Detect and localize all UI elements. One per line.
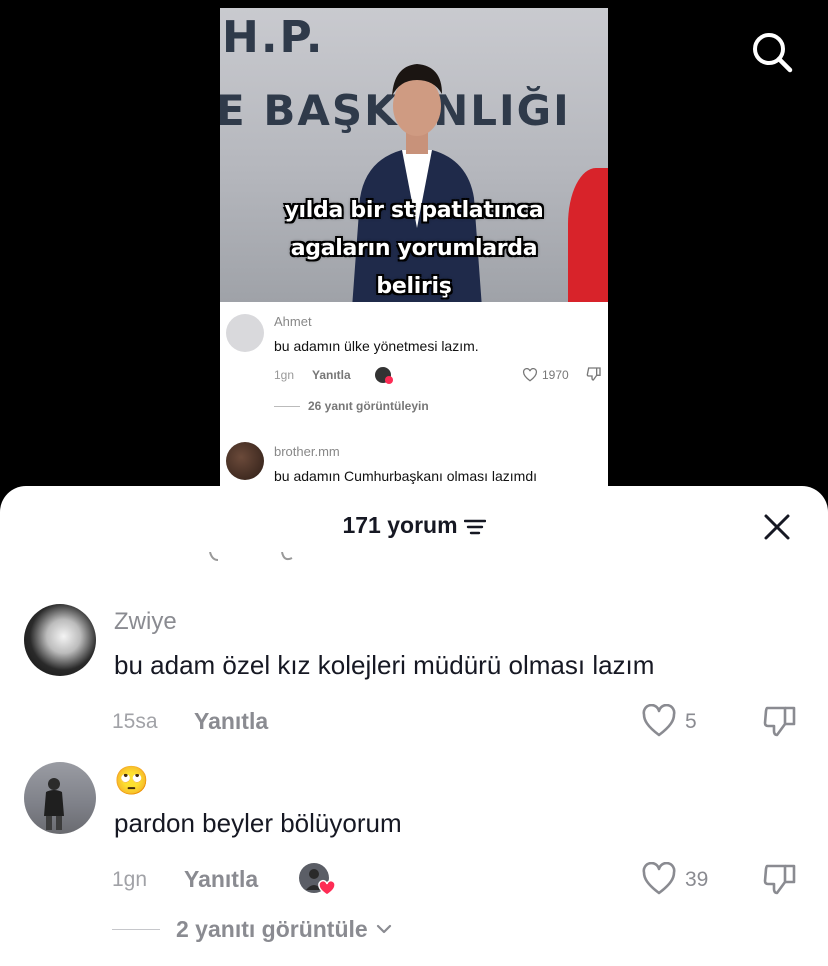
embedded-avatar-2	[226, 442, 264, 480]
heart-outline-icon[interactable]	[641, 704, 677, 738]
avatar-figure	[44, 778, 64, 830]
view-replies-button[interactable]: 2 yanıtı görüntüle	[176, 916, 392, 943]
embedded-time-1: 1gn	[274, 368, 295, 382]
scrolled-out-content	[209, 552, 293, 561]
comment-count-title: 171 yorum	[342, 512, 458, 538]
video-player[interactable]: H.P. E BAŞKANLIĞI yılda bir st patlatınc…	[0, 0, 828, 500]
embedded-username-2: brother.mm	[274, 444, 340, 459]
view-replies-label: 2 yanıtı görüntüle	[176, 916, 368, 942]
like-count: 39	[685, 868, 709, 891]
like-count: 5	[685, 710, 697, 733]
embedded-heart-icon	[522, 368, 538, 382]
comment-timestamp: 1gn	[112, 868, 148, 891]
embedded-reply-1: Yanıtla	[312, 368, 351, 382]
embedded-comment-text-1: bu adamın ülke yönetmesi lazım.	[274, 338, 479, 354]
thumbs-down-icon[interactable]	[762, 702, 798, 738]
creator-liked-badge-icon	[299, 863, 336, 896]
avatar[interactable]	[24, 604, 96, 676]
wall-sign-text-line1: H.P.	[222, 12, 325, 63]
embedded-comment-text-2: bu adamın Cumhurbaşkanı olması lazımdı	[274, 468, 538, 484]
reply-button[interactable]: Yanıtla	[184, 866, 258, 893]
embedded-view-replies: 26 yanıt görüntüleyin	[308, 399, 429, 413]
embedded-likes-1: 1970	[542, 368, 569, 382]
replies-divider	[112, 929, 160, 930]
embedded-creator-badge-icon	[375, 367, 393, 384]
close-icon[interactable]	[762, 512, 792, 542]
thumbs-down-icon[interactable]	[762, 860, 798, 896]
embedded-comment-screenshot: Ahmet bu adamın ülke yönetmesi lazım. 1g…	[220, 302, 608, 496]
reply-button[interactable]: Yanıtla	[194, 708, 268, 735]
chevron-down-icon	[376, 924, 392, 934]
comment-username[interactable]: 🙄	[114, 764, 149, 797]
video-frame: H.P. E BAŞKANLIĞI yılda bir st patlatınc…	[220, 8, 608, 496]
comment-timestamp: 15sa	[112, 710, 158, 733]
comment-username[interactable]: Zwiye	[114, 608, 177, 636]
avatar[interactable]	[24, 762, 96, 834]
comments-sheet: 171 yorum Zwiye bu adam özel kız kolejle…	[0, 486, 828, 966]
embedded-avatar-1	[226, 314, 264, 352]
meme-caption: yılda bir st patlatınca agaların yorumla…	[284, 198, 544, 299]
comments-header: 171 yorum	[0, 512, 828, 539]
embedded-dislike-icon	[586, 367, 601, 381]
search-icon[interactable]	[750, 30, 794, 74]
sort-icon[interactable]	[463, 518, 486, 536]
comment-text: bu adam özel kız kolejleri müdürü olması…	[114, 650, 655, 680]
heart-outline-icon[interactable]	[641, 862, 677, 896]
embedded-username-1: Ahmet	[274, 314, 312, 329]
video-photo: H.P. E BAŞKANLIĞI yılda bir st patlatınc…	[220, 8, 608, 302]
comment-text: pardon beyler bölüyorum	[114, 808, 402, 838]
embedded-divider	[274, 406, 300, 407]
